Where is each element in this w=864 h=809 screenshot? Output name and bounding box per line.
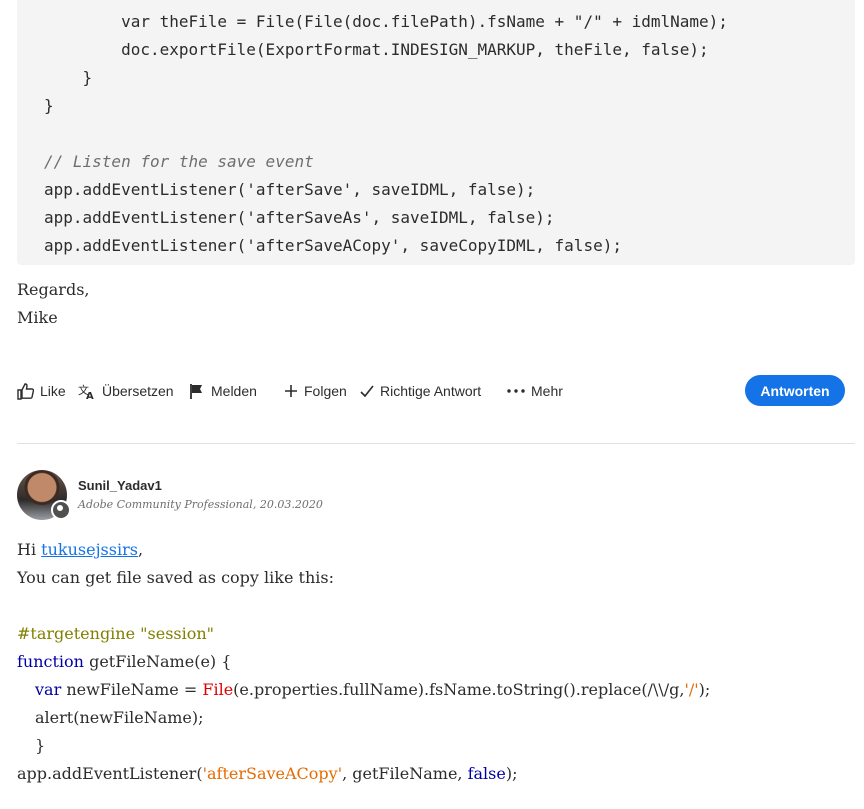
code-keyword: function	[17, 652, 84, 671]
code-text: , getFileName,	[342, 764, 468, 783]
author-name[interactable]: Sunil_Yadav1	[78, 478, 162, 493]
flag-icon	[190, 383, 202, 399]
post-date: , 20.03.2020	[252, 498, 323, 511]
code-keyword: var	[35, 680, 62, 699]
code-line: #targetengine "session"	[17, 624, 214, 643]
code-comment: // Listen for the save event	[44, 152, 314, 171]
code-text: );	[505, 764, 518, 783]
reply-button[interactable]: Antworten	[745, 375, 845, 406]
code-text: getFileName(e) {	[83, 652, 232, 671]
greeting-suffix: ,	[137, 540, 144, 559]
code-text: }	[35, 736, 46, 755]
thumbs-up-icon	[17, 382, 34, 400]
code-text: );	[698, 680, 711, 699]
code-keyword: false	[467, 764, 506, 783]
intro-text: You can get file saved as copy like this…	[17, 568, 334, 587]
code-text: app.addEventListener(	[17, 764, 203, 783]
code-line: }	[44, 68, 93, 87]
code-line: app.addEventListener('afterSaveAs', save…	[44, 208, 555, 227]
like-button[interactable]: Like	[17, 381, 66, 401]
code-line: function getFileName(e) {	[17, 652, 231, 671]
report-label: Melden	[211, 383, 257, 399]
checkmark-icon	[360, 385, 374, 398]
plus-icon	[285, 385, 297, 397]
more-dots-icon	[507, 389, 525, 393]
code-line: doc.exportFile(ExportFormat.INDESIGN_MAR…	[44, 40, 709, 59]
code-text: alert(newFileName);	[35, 708, 204, 727]
follow-label: Folgen	[304, 383, 347, 399]
code-block: var theFile = File(File(doc.filePath).fs…	[17, 0, 855, 265]
svg-text:A: A	[86, 391, 94, 400]
greeting-prefix: Hi	[17, 540, 42, 559]
post-action-bar: Like 文 A Übersetzen Melden Folgen Richti…	[17, 375, 855, 407]
code-line: app.addEventListener('afterSaveACopy', g…	[17, 764, 517, 783]
signature-name: Mike	[17, 308, 58, 327]
code-line: app.addEventListener('afterSaveACopy', s…	[44, 236, 622, 255]
code-line: var theFile = File(File(doc.filePath).fs…	[44, 12, 728, 31]
author-role: Adobe Community Professional	[78, 498, 253, 511]
translate-label: Übersetzen	[102, 383, 174, 399]
user-mention-link[interactable]: tukusejssirs	[41, 540, 138, 559]
report-button[interactable]: Melden	[189, 381, 257, 401]
code-directive: #targetengine "session"	[17, 624, 215, 643]
more-label: Mehr	[531, 383, 563, 399]
code-line: app.addEventListener('afterSave', saveID…	[44, 180, 536, 199]
follow-button[interactable]: Folgen	[284, 381, 347, 401]
correct-answer-label: Richtige Antwort	[380, 383, 482, 399]
post-divider	[17, 443, 855, 444]
translate-icon: 文 A	[78, 383, 94, 400]
code-string: '/'	[684, 680, 699, 699]
code-line: }	[44, 96, 54, 115]
translate-button[interactable]: 文 A Übersetzen	[78, 381, 174, 401]
author-meta: Adobe Community Professional, 20.03.2020	[78, 498, 323, 511]
correct-answer-button[interactable]: Richtige Antwort	[360, 381, 481, 401]
like-label: Like	[40, 383, 66, 399]
code-string: 'afterSaveACopy'	[202, 764, 343, 783]
code-line: }	[35, 736, 45, 755]
greeting: Hi tukusejssirs,	[17, 540, 143, 559]
signature-regards: Regards,	[17, 280, 90, 299]
code-class: File	[202, 680, 234, 699]
more-button[interactable]: Mehr	[507, 381, 563, 401]
community-pro-badge-icon	[51, 500, 71, 520]
code-line: alert(newFileName);	[35, 708, 204, 727]
code-text: newFileName =	[61, 680, 203, 699]
code-text: (e.properties.fullName).fsName.toString(…	[233, 680, 685, 699]
code-line: var newFileName = File(e.properties.full…	[35, 680, 710, 699]
